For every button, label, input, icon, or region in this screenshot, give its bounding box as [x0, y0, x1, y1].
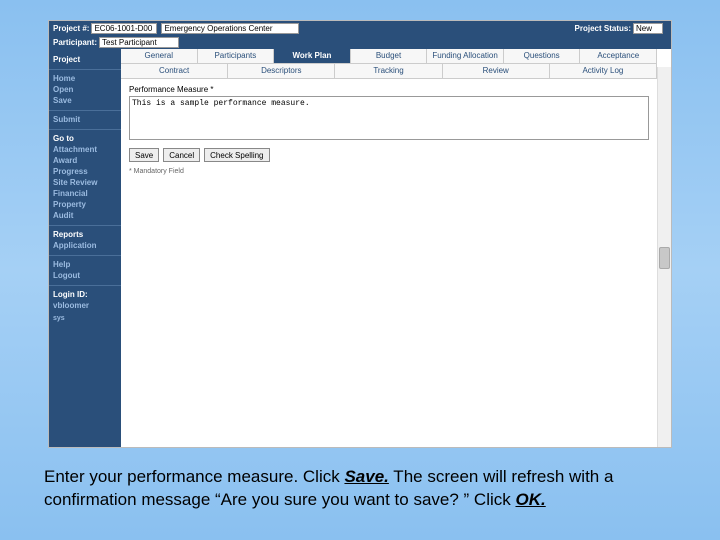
- tab-acceptance[interactable]: Acceptance: [580, 49, 657, 63]
- performance-measure-label: Performance Measure *: [129, 85, 649, 94]
- sidebar-item-submit[interactable]: Submit: [53, 114, 117, 125]
- tab-contract[interactable]: Contract: [121, 64, 228, 78]
- tabs-primary: GeneralParticipantsWork PlanBudgetFundin…: [121, 49, 657, 64]
- check-spelling-button[interactable]: Check Spelling: [204, 148, 269, 162]
- sidebar-item-save[interactable]: Save: [53, 95, 117, 106]
- project-status-field[interactable]: [633, 23, 663, 34]
- tabs-secondary: ContractDescriptorsTrackingReviewActivit…: [121, 64, 657, 79]
- tab-funding-allocation[interactable]: Funding Allocation: [427, 49, 504, 63]
- tab-general[interactable]: General: [121, 49, 198, 63]
- sidebar-item-login-id: Login ID:: [53, 289, 117, 300]
- header-row-participant: Participant:: [49, 35, 671, 49]
- sidebar-item-go-to: Go to: [53, 133, 117, 144]
- mandatory-field-note: * Mandatory Field: [129, 168, 649, 175]
- tab-tracking[interactable]: Tracking: [335, 64, 442, 78]
- sidebar-item-logout[interactable]: Logout: [53, 270, 117, 281]
- project-name-field[interactable]: [161, 23, 299, 34]
- sidebar-item-help[interactable]: Help: [53, 259, 117, 270]
- participant-field[interactable]: [99, 37, 179, 48]
- sidebar-item-vbloomer[interactable]: vbloomer: [53, 300, 117, 311]
- sidebar-footer: sys: [49, 315, 121, 322]
- tab-work-plan[interactable]: Work Plan: [274, 49, 351, 63]
- sidebar-item-project: Project: [53, 54, 117, 65]
- sidebar-item-site-review[interactable]: Site Review: [53, 177, 117, 188]
- sidebar-item-home[interactable]: Home: [53, 73, 117, 84]
- sidebar-item-audit[interactable]: Audit: [53, 210, 117, 221]
- tab-descriptors[interactable]: Descriptors: [228, 64, 335, 78]
- scrollbar[interactable]: [657, 67, 671, 447]
- sidebar-item-application[interactable]: Application: [53, 240, 117, 251]
- participant-label: Participant:: [53, 38, 97, 47]
- sidebar-item-progress[interactable]: Progress: [53, 166, 117, 177]
- tab-activity-log[interactable]: Activity Log: [550, 64, 657, 78]
- project-number-field[interactable]: [91, 23, 157, 34]
- scrollbar-thumb[interactable]: [659, 247, 670, 269]
- cancel-button[interactable]: Cancel: [163, 148, 200, 162]
- save-button[interactable]: Save: [129, 148, 159, 162]
- main-panel: GeneralParticipantsWork PlanBudgetFundin…: [121, 49, 657, 447]
- form-area: Performance Measure * Save Cancel Check …: [121, 79, 657, 181]
- caption-ok-word: OK.: [515, 490, 545, 509]
- sidebar: Project HomeOpenSave Submit Go toAttachment…: [49, 49, 121, 447]
- tab-participants[interactable]: Participants: [198, 49, 275, 63]
- tab-review[interactable]: Review: [443, 64, 550, 78]
- sidebar-item-financial[interactable]: Financial: [53, 188, 117, 199]
- sidebar-item-attachment[interactable]: Attachment: [53, 144, 117, 155]
- tab-questions[interactable]: Questions: [504, 49, 581, 63]
- app-window: Project #: Project Status: Participant: …: [48, 20, 672, 448]
- caption-save-word: Save.: [344, 467, 388, 486]
- header-row-project: Project #: Project Status:: [49, 21, 671, 35]
- sidebar-item-property[interactable]: Property: [53, 199, 117, 210]
- caption-text-1: Enter your performance measure. Click: [44, 467, 344, 486]
- instruction-caption: Enter your performance measure. Click Sa…: [40, 466, 680, 512]
- sidebar-item-award[interactable]: Award: [53, 155, 117, 166]
- sidebar-item-open[interactable]: Open: [53, 84, 117, 95]
- project-status-label: Project Status:: [575, 24, 631, 33]
- project-number-label: Project #:: [53, 24, 89, 33]
- tab-budget[interactable]: Budget: [351, 49, 428, 63]
- sidebar-item-reports: Reports: [53, 229, 117, 240]
- performance-measure-textarea[interactable]: [129, 96, 649, 140]
